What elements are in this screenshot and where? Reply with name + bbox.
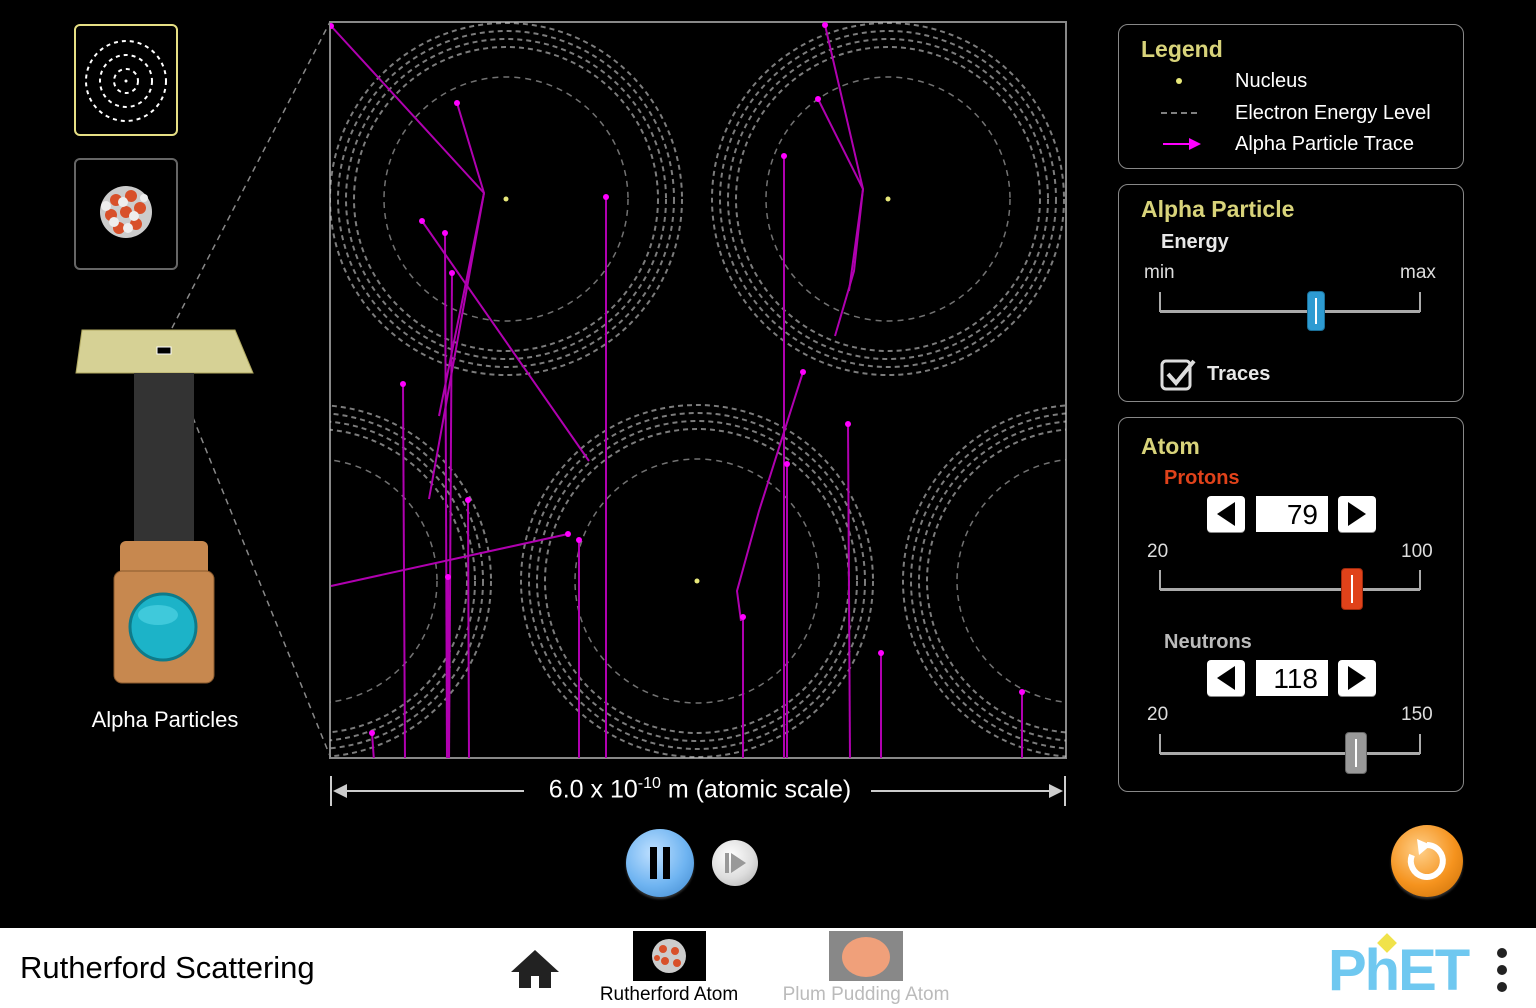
neutrons-max-label: 150 bbox=[1401, 704, 1433, 725]
app-title: Rutherford Scattering bbox=[20, 950, 315, 985]
plum-pudding-atom-label: Plum Pudding Atom bbox=[782, 984, 950, 1005]
nucleus-icon bbox=[652, 939, 686, 973]
energy-max-label: max bbox=[1400, 262, 1436, 283]
left-arrow-icon bbox=[1217, 666, 1235, 690]
protons-value: 79 bbox=[1256, 496, 1328, 532]
phet-logo[interactable]: PhET bbox=[1328, 933, 1480, 1002]
alpha-particle bbox=[822, 22, 828, 28]
legend-nucleus-label: Nucleus bbox=[1235, 70, 1308, 92]
protons-min-label: 20 bbox=[1147, 541, 1169, 562]
protons-max-label: 100 bbox=[1401, 541, 1433, 562]
reset-all-button[interactable] bbox=[1391, 825, 1463, 897]
nucleus bbox=[503, 196, 509, 202]
legend-electron-label: Electron Energy Level bbox=[1235, 102, 1431, 124]
magenta-arrow-icon bbox=[1163, 138, 1201, 150]
nucleus-dot-icon bbox=[1176, 78, 1182, 84]
alpha-particle-trace bbox=[467, 499, 470, 758]
alpha-particle bbox=[465, 497, 471, 503]
legend-icons bbox=[1161, 78, 1201, 150]
alpha-particle bbox=[442, 230, 448, 236]
alpha-particle bbox=[445, 574, 451, 580]
scale-label: 6.0 x 10-10 m (atomic scale) bbox=[500, 775, 900, 804]
home-icon bbox=[511, 950, 559, 988]
protons-slider-thumb[interactable] bbox=[1340, 568, 1363, 610]
alpha-particle bbox=[454, 100, 460, 106]
step-button[interactable] bbox=[712, 840, 758, 886]
alpha-particle bbox=[878, 650, 884, 656]
energy-slider-track[interactable] bbox=[1160, 310, 1420, 313]
energy-min-label: min bbox=[1144, 262, 1175, 283]
neutrons-min-label: 20 bbox=[1147, 704, 1169, 725]
pause-icon bbox=[650, 847, 670, 879]
rutherford-atom-label: Rutherford Atom bbox=[599, 984, 739, 1005]
neutrons-decrement-button[interactable] bbox=[1207, 660, 1245, 696]
scale-exponent: -10 bbox=[637, 775, 661, 792]
plum-pudding-thumbnail bbox=[829, 931, 903, 981]
protons-decrement-button[interactable] bbox=[1207, 496, 1245, 532]
alpha-particle-title: Alpha Particle bbox=[1141, 196, 1295, 222]
protons-label: Protons bbox=[1164, 467, 1240, 489]
screen-tab-plum-pudding-atom[interactable]: Plum Pudding Atom bbox=[776, 931, 956, 1007]
right-arrow-icon bbox=[1348, 502, 1366, 526]
traces-label: Traces bbox=[1207, 363, 1271, 385]
scale-unit: m (atomic scale) bbox=[667, 775, 852, 804]
checkmark-icon bbox=[1160, 359, 1196, 391]
legend-panel: Legend Nucleus Electron Energy Level Alp… bbox=[1118, 24, 1464, 169]
alpha-particle bbox=[565, 531, 571, 537]
foil-target-marker bbox=[156, 346, 172, 355]
neutrons-increment-button[interactable] bbox=[1338, 660, 1376, 696]
alpha-particle bbox=[603, 194, 609, 200]
protons-increment-button[interactable] bbox=[1338, 496, 1376, 532]
alpha-particle bbox=[369, 730, 375, 736]
energy-slider-thumb[interactable] bbox=[1307, 291, 1325, 331]
protons-slider-track[interactable] bbox=[1160, 588, 1420, 591]
alpha-particle bbox=[419, 218, 425, 224]
alpha-particle bbox=[576, 537, 582, 543]
step-forward-icon bbox=[725, 853, 746, 873]
left-arrow-icon bbox=[1217, 502, 1235, 526]
energy-label: Energy bbox=[1161, 231, 1229, 253]
kebab-menu-icon bbox=[1497, 948, 1507, 992]
alpha-particle bbox=[400, 381, 406, 387]
alpha-particle bbox=[800, 369, 806, 375]
rutherford-atom-thumbnail bbox=[633, 931, 706, 981]
source-label: Alpha Particles bbox=[91, 707, 239, 732]
alpha-particle bbox=[740, 614, 746, 620]
reset-icon bbox=[1407, 839, 1446, 880]
atom-title: Atom bbox=[1141, 433, 1200, 459]
atom-panel: Atom Protons 79 20 100 Neutrons 118 20 1… bbox=[1118, 417, 1464, 792]
neutrons-value: 118 bbox=[1256, 660, 1328, 696]
nucleus bbox=[694, 578, 700, 584]
neutrons-slider-track[interactable] bbox=[1160, 752, 1420, 755]
atomic-play-area bbox=[329, 21, 1067, 759]
alpha-particle bbox=[781, 153, 787, 159]
neutrons-label: Neutrons bbox=[1164, 631, 1252, 653]
nucleus bbox=[885, 196, 891, 202]
scale-base: 6.0 x 10 bbox=[548, 775, 638, 804]
pause-button[interactable] bbox=[626, 829, 694, 897]
home-button[interactable] bbox=[509, 948, 561, 992]
traces-checkbox[interactable] bbox=[1160, 357, 1196, 391]
alpha-particle bbox=[845, 421, 851, 427]
legend-trace-label: Alpha Particle Trace bbox=[1235, 133, 1414, 155]
alpha-particle-gun[interactable] bbox=[70, 325, 260, 690]
plum-pudding-icon bbox=[842, 937, 890, 977]
alpha-particle bbox=[784, 461, 790, 467]
neutrons-slider-thumb[interactable] bbox=[1345, 732, 1367, 774]
legend-title: Legend bbox=[1141, 36, 1223, 62]
alpha-particle bbox=[1019, 689, 1025, 695]
navigation-bar: Rutherford Scattering Rutherford Atom Pl… bbox=[0, 928, 1536, 1008]
alpha-particle bbox=[815, 96, 821, 102]
right-arrow-icon bbox=[1348, 666, 1366, 690]
gun-barrel bbox=[134, 373, 194, 543]
alpha-particle-panel: Alpha Particle Energy min max Traces bbox=[1118, 184, 1464, 402]
options-menu-button[interactable] bbox=[1490, 944, 1514, 996]
screen-tab-rutherford-atom[interactable]: Rutherford Atom bbox=[596, 931, 742, 1007]
alpha-particle bbox=[449, 270, 455, 276]
fire-button[interactable] bbox=[128, 592, 198, 662]
